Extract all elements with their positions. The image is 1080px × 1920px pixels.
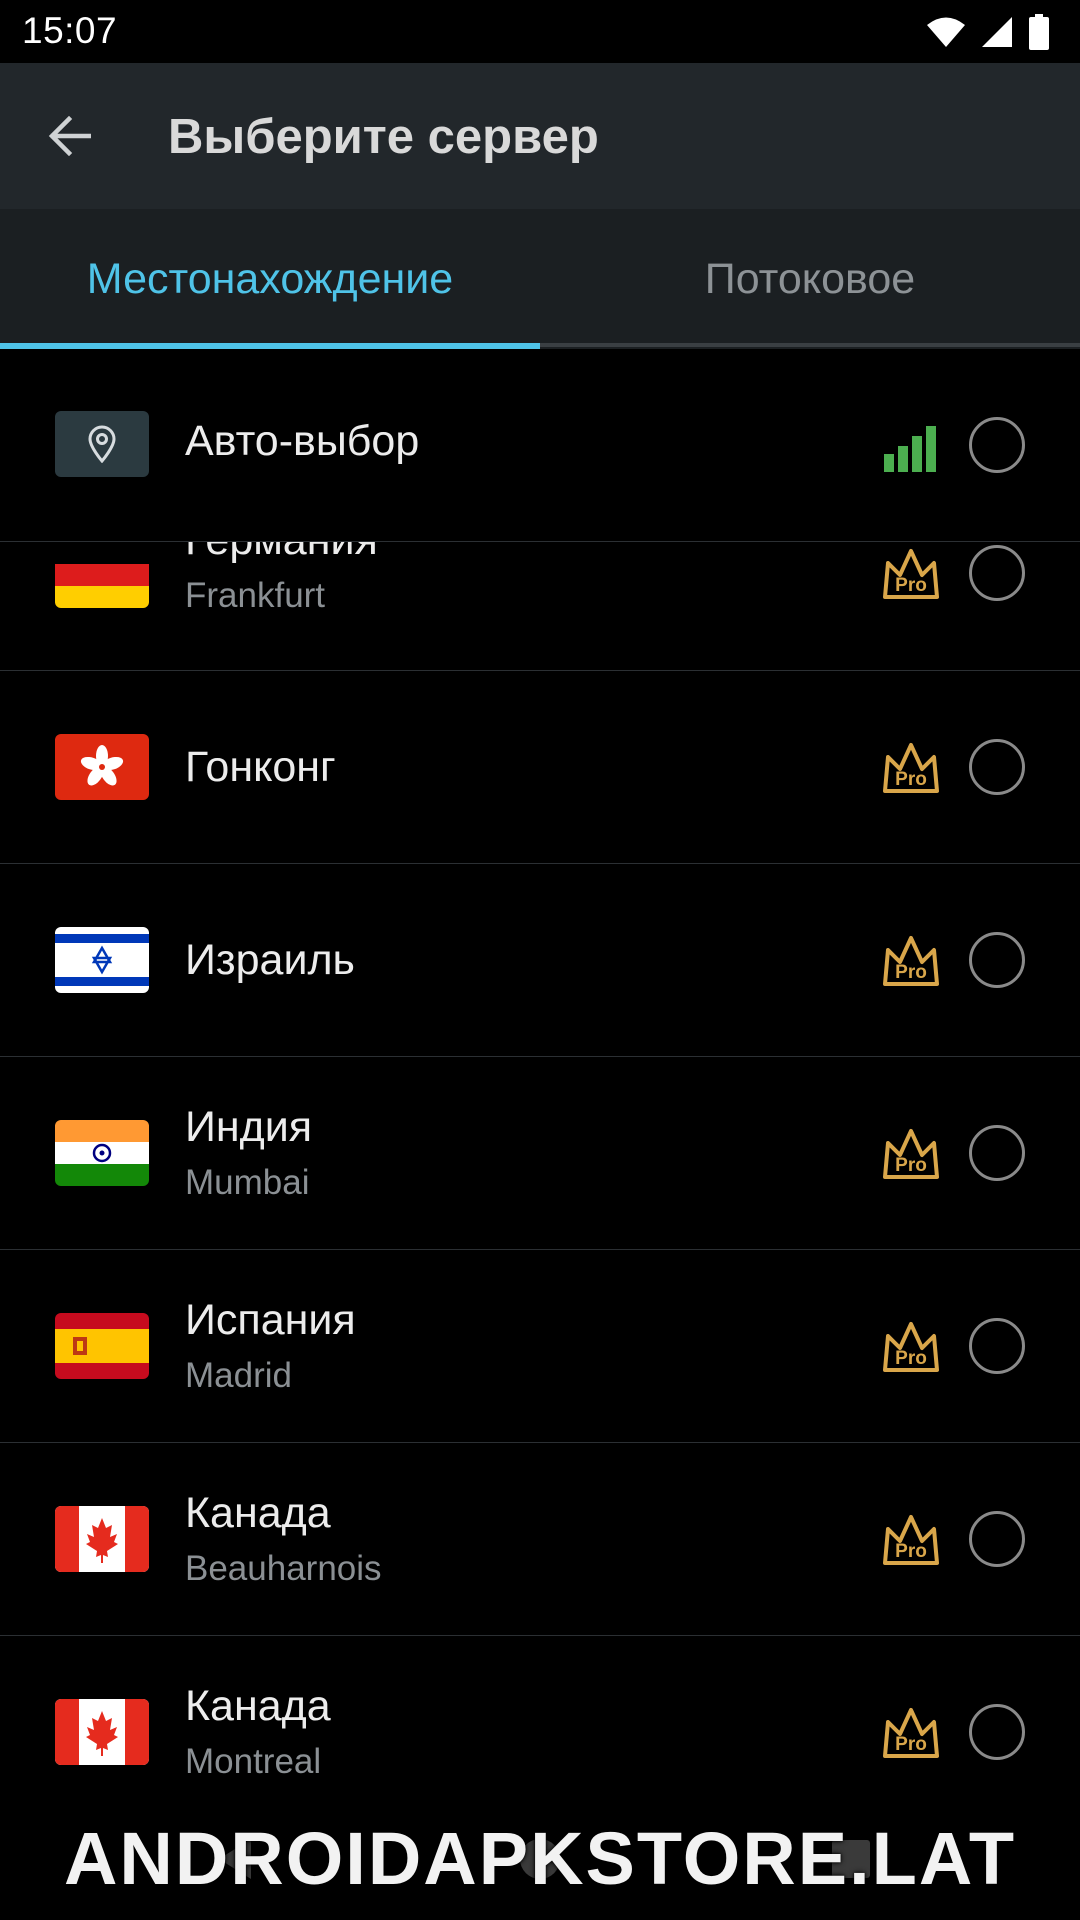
tab-bar: Местонахождение Потоковое — [0, 209, 1080, 349]
server-city: Mumbai — [185, 1163, 310, 1202]
radio-button[interactable] — [969, 1511, 1025, 1567]
watermark: ANDROIDAPKSTORE.LAT — [63, 1817, 1017, 1900]
server-country: Испания — [185, 1296, 356, 1344]
server-country: Канада — [185, 1489, 331, 1537]
signal-icon — [982, 17, 1012, 47]
list-item-server[interactable]: Канада Beauharnois Pro — [0, 1443, 1080, 1636]
server-city: Montreal — [185, 1742, 322, 1781]
list-item-server[interactable]: Израиль Pro — [0, 864, 1080, 1057]
server-country: Гонконг — [185, 743, 336, 791]
status-icons — [926, 12, 1050, 52]
crown-pro-icon: Pro — [883, 936, 939, 986]
list-item-server[interactable]: Гонконг Pro — [0, 671, 1080, 864]
list-item-auto-select[interactable]: Авто-выбор — [0, 349, 1080, 542]
crown-pro-icon: Pro — [883, 1322, 939, 1372]
crown-pro-icon: Pro — [883, 549, 939, 599]
india-flag-icon — [55, 1120, 149, 1186]
list-item-label: Авто-выбор — [185, 417, 420, 465]
israel-flag-icon — [55, 927, 149, 993]
tab-divider — [540, 343, 1080, 347]
server-country: Израиль — [185, 936, 355, 984]
radio-button[interactable] — [969, 1318, 1025, 1374]
server-city: Beauharnois — [185, 1549, 382, 1588]
list-item-server[interactable]: Германия Frankfurt Pro — [0, 542, 1080, 671]
pro-label: Pro — [895, 1348, 927, 1369]
crown-pro-icon: Pro — [883, 1129, 939, 1179]
signal-bars-icon — [884, 426, 936, 472]
canada-flag-icon — [55, 1699, 149, 1765]
server-country: Германия — [185, 542, 378, 566]
radio-button[interactable] — [969, 1704, 1025, 1760]
pro-label: Pro — [895, 575, 927, 596]
back-button[interactable] — [36, 103, 102, 169]
crown-pro-icon: Pro — [883, 743, 939, 793]
server-city: Madrid — [185, 1356, 292, 1395]
hong-kong-flag-icon — [55, 734, 149, 800]
list-item-server[interactable]: Канада Montreal Pro — [0, 1636, 1080, 1829]
pro-label: Pro — [895, 1734, 927, 1755]
radio-button[interactable] — [969, 545, 1025, 601]
radio-button[interactable] — [969, 932, 1025, 988]
tab-location[interactable]: Местонахождение — [0, 209, 540, 349]
page-title: Выберите сервер — [168, 110, 599, 164]
server-city: Frankfurt — [185, 576, 326, 615]
radio-button[interactable] — [969, 1125, 1025, 1181]
server-country: Индия — [185, 1103, 313, 1151]
pro-label: Pro — [895, 1155, 927, 1176]
status-time: 15:07 — [22, 10, 118, 51]
pro-label: Pro — [895, 1541, 927, 1562]
radio-button[interactable] — [969, 739, 1025, 795]
crown-pro-icon: Pro — [883, 1515, 939, 1565]
crown-pro-icon: Pro — [883, 1708, 939, 1758]
list-item-server[interactable]: Испания Madrid Pro — [0, 1250, 1080, 1443]
tab-streaming[interactable]: Потоковое — [540, 209, 1080, 349]
status-bar: 15:07 — [0, 0, 1080, 63]
pro-label: Pro — [895, 962, 927, 983]
battery-icon — [1029, 14, 1049, 50]
wifi-icon — [927, 17, 965, 47]
spain-flag-icon — [55, 1313, 149, 1379]
server-country: Канада — [185, 1682, 331, 1730]
pro-label: Pro — [895, 769, 927, 790]
radio-button[interactable] — [969, 417, 1025, 473]
canada-flag-icon — [55, 1506, 149, 1572]
app-bar: Выберите сервер — [0, 63, 1080, 209]
list-item-server[interactable]: Индия Mumbai Pro — [0, 1057, 1080, 1250]
germany-flag-icon — [55, 542, 149, 608]
arrow-back-icon — [48, 116, 91, 156]
location-pin-icon — [55, 411, 149, 477]
